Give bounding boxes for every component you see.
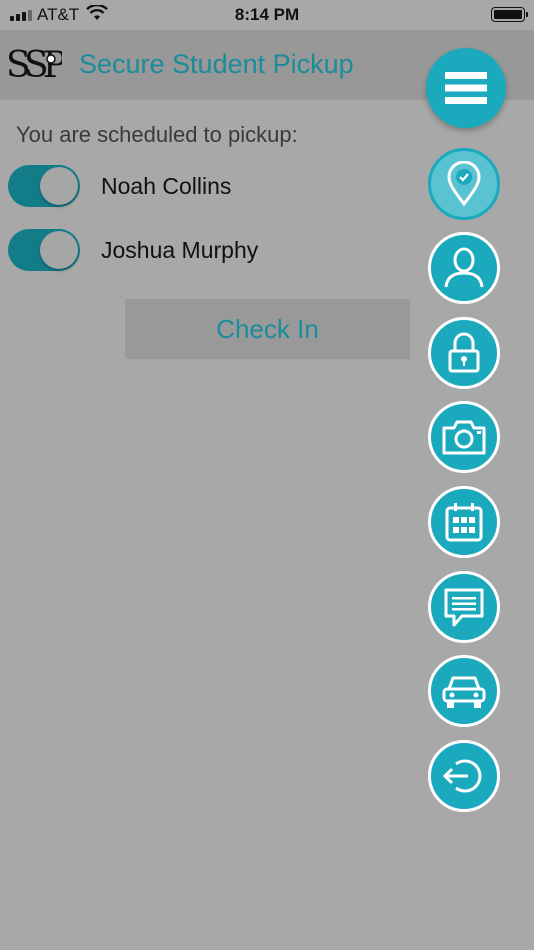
camera-icon: [442, 420, 486, 455]
profile-button[interactable]: [428, 232, 500, 304]
hamburger-menu-icon: [445, 72, 487, 104]
student-toggle-joshua-murphy[interactable]: [8, 229, 80, 271]
student-row: Joshua Murphy: [8, 228, 258, 272]
logout-icon: [442, 759, 482, 793]
location-check-icon: [447, 161, 481, 207]
camera-button[interactable]: [428, 401, 500, 473]
message-icon: [444, 588, 484, 627]
logo-text: SSP: [6, 45, 62, 86]
pickup-prompt: You are scheduled to pickup:: [16, 122, 298, 147]
toggle-knob: [40, 167, 78, 205]
calendar-icon: [445, 503, 483, 542]
student-row: Noah Collins: [8, 164, 231, 208]
check-in-button[interactable]: Check In: [125, 299, 410, 359]
toggle-knob: [40, 231, 78, 269]
student-name: Joshua Murphy: [101, 236, 259, 263]
calendar-button[interactable]: [428, 486, 500, 558]
car-button[interactable]: [428, 655, 500, 727]
lock-icon: [448, 332, 480, 373]
student-toggle-noah-collins[interactable]: [8, 165, 80, 207]
location-check-button[interactable]: [428, 148, 500, 220]
menu-button[interactable]: [426, 48, 506, 128]
student-name: Noah Collins: [101, 172, 232, 199]
person-icon: [444, 247, 484, 288]
car-icon: [442, 676, 486, 708]
logout-button[interactable]: [428, 740, 500, 812]
lock-button[interactable]: [428, 317, 500, 389]
clock-time: 8:14 PM: [234, 5, 300, 24]
messages-button[interactable]: [428, 571, 500, 643]
battery-icon: [491, 7, 528, 22]
app-title: Secure Student Pickup: [79, 49, 354, 79]
ssp-logo: SSP: [6, 40, 72, 88]
status-bar: AT&T 8:14 PM: [0, 0, 534, 30]
